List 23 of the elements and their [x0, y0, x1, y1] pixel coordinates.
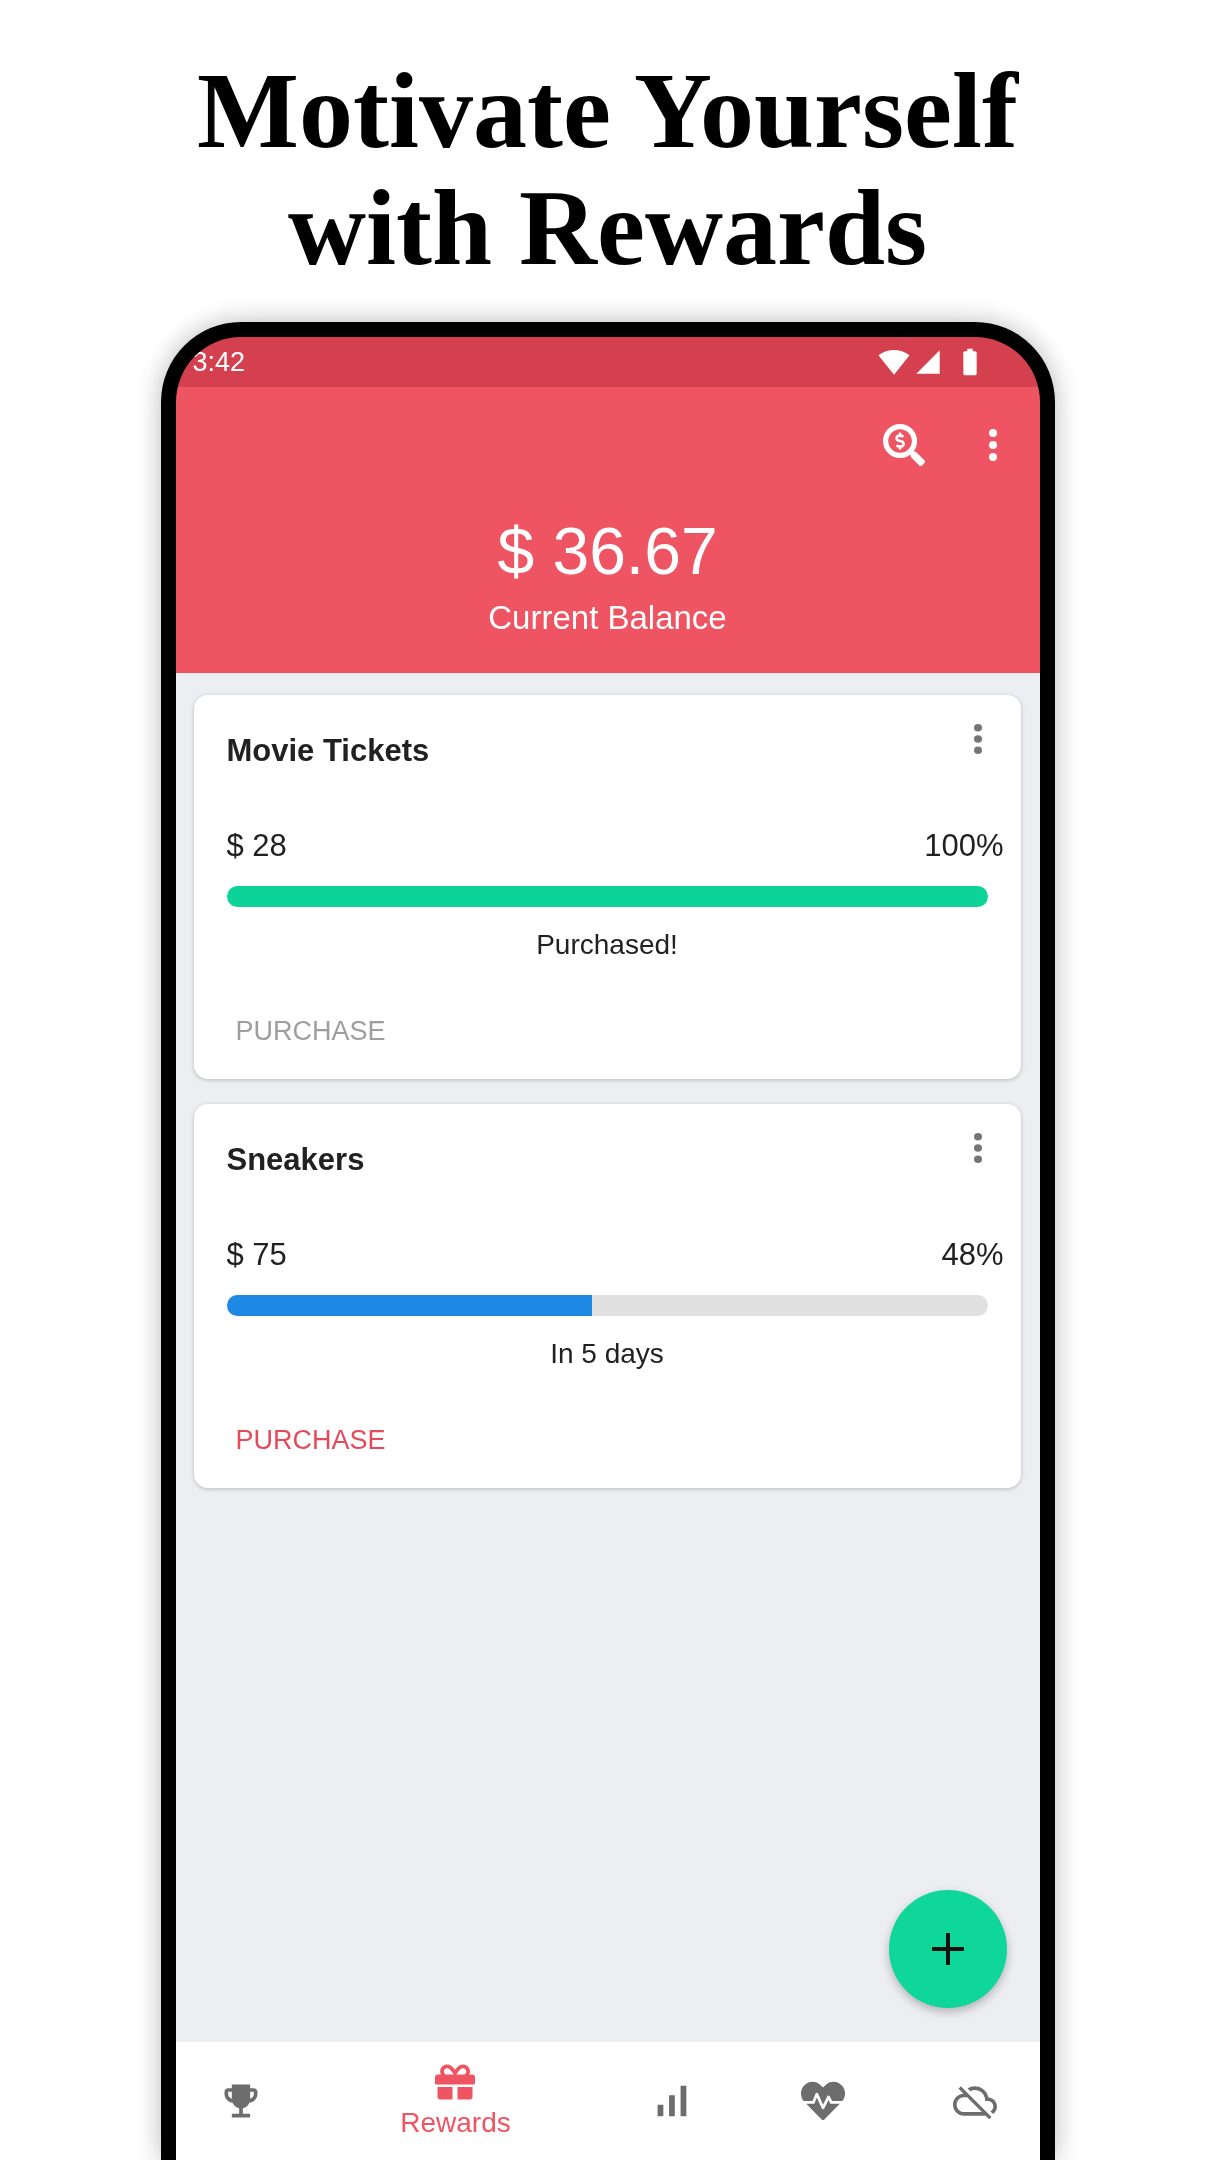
heart-pulse-icon [800, 2079, 845, 2123]
reward-title: Sneakers [226, 1142, 365, 1178]
more-options-icon[interactable] [973, 724, 982, 754]
balance-amount: $ 36.67 [497, 513, 718, 590]
more-options-icon[interactable] [973, 1133, 982, 1163]
status-time: 3:42 [192, 345, 246, 379]
reward-status: Purchased! [536, 928, 678, 962]
reward-percent: 48% [941, 1236, 1004, 1274]
more-options-icon[interactable] [988, 429, 997, 461]
reward-title: Movie Tickets [226, 733, 430, 769]
nav-tab[interactable] [800, 2079, 845, 2123]
plus-icon [931, 1933, 964, 1965]
headline: Motivate Yourself with Rewards [196, 52, 1020, 286]
signal-icon [913, 348, 942, 376]
nav-tab[interactable]: Rewards [400, 2062, 511, 2140]
reward-price: $ 28 [226, 827, 287, 865]
dollar-search-icon[interactable] [882, 424, 925, 466]
gift-icon [435, 2062, 476, 2102]
reward-price: $ 75 [226, 1236, 287, 1274]
reward-status: In 5 days [550, 1337, 664, 1371]
reward-percent: 100% [924, 827, 1004, 865]
purchase-button[interactable]: PURCHASE [225, 1422, 396, 1458]
balance-label: Current Balance [488, 598, 727, 638]
